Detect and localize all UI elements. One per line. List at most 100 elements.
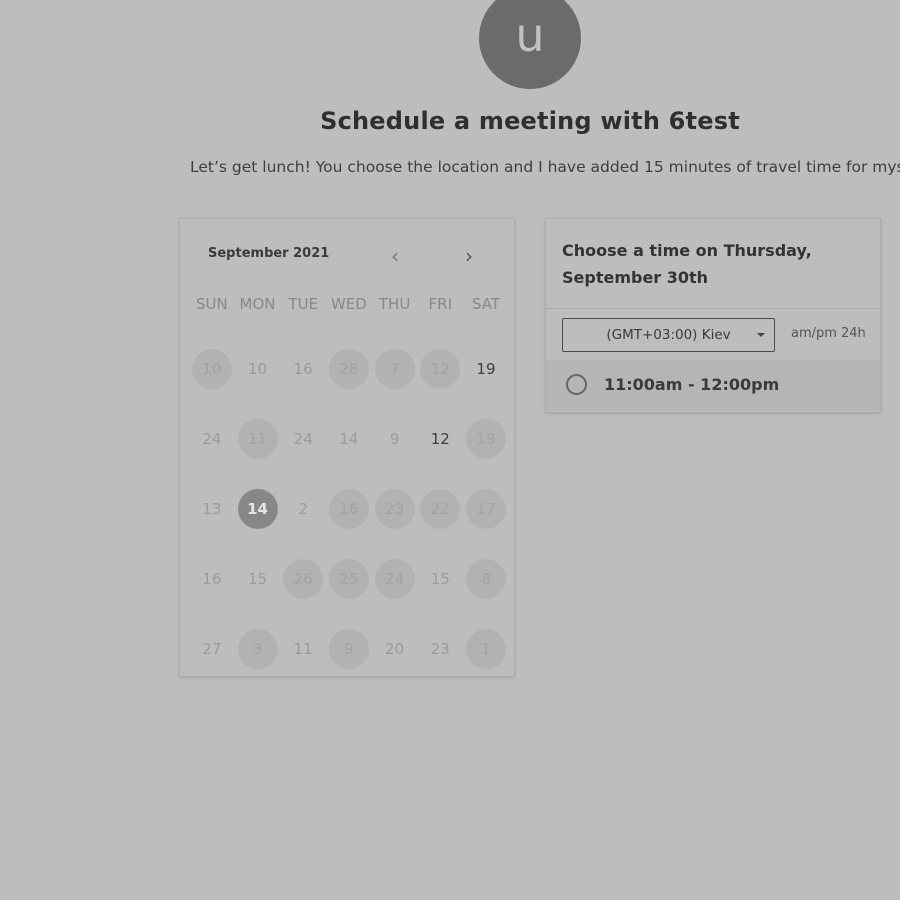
calendar-day-number: 11: [293, 640, 313, 658]
calendar-day[interactable]: 1: [463, 614, 509, 676]
calendar-day: 27: [189, 614, 235, 676]
calendar-week-row: 27 3 11 9 20 23 1: [189, 614, 509, 676]
weekday-label: MON: [239, 295, 276, 313]
weekday-label: THU: [378, 295, 411, 313]
calendar-week-row: 13 14 2 16 23 22 17: [189, 474, 509, 544]
page-description: Let’s get lunch! You choose the location…: [190, 158, 900, 176]
calendar-day: 16: [189, 544, 235, 614]
calendar-day-number: 13: [202, 500, 222, 518]
calendar-weekday-header: SUN MON TUE WED THU FRI SAT: [189, 295, 509, 313]
calendar-day-number: 19: [476, 360, 496, 378]
time-slot-label: 11:00am - 12:00pm: [604, 375, 780, 394]
calendar-day: 11: [280, 614, 326, 676]
calendar-day-number: 1: [481, 640, 491, 658]
calendar-day-number: 17: [476, 500, 496, 518]
calendar-day[interactable]: 26: [280, 544, 326, 614]
calendar-day[interactable]: 12: [417, 334, 463, 404]
calendar-day-number: 12: [430, 360, 450, 378]
time-slot-panel: Choose a time on Thursday, September 30t…: [545, 218, 881, 413]
calendar-day[interactable]: 19: [463, 404, 509, 474]
chevron-right-icon[interactable]: ›: [457, 245, 481, 269]
weekday-label: TUE: [288, 295, 319, 313]
weekday-label: SAT: [471, 295, 500, 313]
calendar-day[interactable]: 17: [463, 474, 509, 544]
calendar-day-number: 3: [252, 640, 263, 658]
calendar-day[interactable]: 9: [326, 614, 372, 676]
calendar-day[interactable]: 19: [463, 334, 509, 404]
calendar-day-number: 26: [293, 570, 313, 588]
calendar-day-number: 19: [476, 430, 496, 448]
calendar-day[interactable]: 25: [326, 544, 372, 614]
calendar-week-row: 10 10 16 28 7 12 19: [189, 334, 509, 404]
calendar-day-number: 9: [344, 640, 354, 658]
calendar-day-number: 15: [247, 570, 268, 588]
scheduling-page: u Schedule a meeting with 6test Let’s ge…: [0, 0, 900, 900]
calendar-day-number: 9: [389, 430, 400, 448]
calendar-day-number: 24: [385, 570, 405, 588]
calendar-day-number: 14: [247, 500, 268, 518]
calendar-day-number: 8: [481, 570, 491, 588]
calendar-day-number: 10: [202, 360, 222, 378]
calendar-day-number: 23: [385, 500, 405, 518]
avatar-letter: u: [515, 8, 545, 62]
calendar-day-number: 23: [430, 640, 450, 658]
calendar-day-number: 25: [339, 570, 359, 588]
caret-down-icon: [757, 333, 765, 337]
chevron-left-icon[interactable]: ‹: [383, 245, 407, 269]
calendar-week-row: 16 15 26 25 24 15 8: [189, 544, 509, 614]
calendar-day: 2: [280, 474, 326, 544]
weekday-label: FRI: [428, 295, 453, 313]
calendar-day: 24: [189, 404, 235, 474]
calendar-day-grid: 10 10 16 28 7 12 19 24 11 24 14 9 12 19 13 14 2 16 23 22 17 1…: [189, 334, 509, 676]
timezone-select[interactable]: (GMT+03:00) Kiev: [562, 318, 775, 352]
calendar-day[interactable]: 12: [417, 404, 463, 474]
calendar-day-number: 16: [339, 500, 359, 518]
calendar-day-selected[interactable]: 14: [235, 474, 281, 544]
calendar-day-number: 22: [430, 500, 450, 518]
calendar-day-number: 10: [247, 360, 268, 378]
calendar-day-number: 28: [339, 360, 359, 378]
calendar-day: 20: [372, 614, 418, 676]
calendar-day-number: 14: [339, 430, 359, 448]
calendar-day-number: 24: [202, 430, 222, 448]
calendar-day: 16: [280, 334, 326, 404]
calendar-day[interactable]: 23: [372, 474, 418, 544]
calendar-day[interactable]: 10: [189, 334, 235, 404]
timezone-value: (GMT+03:00) Kiev: [606, 327, 731, 343]
calendar-day-number: 12: [430, 430, 450, 448]
calendar-day: 15: [235, 544, 281, 614]
calendar-day-number: 27: [202, 640, 222, 658]
radio-button[interactable]: [566, 374, 587, 395]
calendar-day-number: 20: [385, 640, 405, 658]
calendar-day[interactable]: 7: [372, 334, 418, 404]
format-ampm-toggle[interactable]: am/pm: [791, 326, 837, 341]
calendar-day: 23: [417, 614, 463, 676]
calendar-day: 10: [235, 334, 281, 404]
calendar-day: 14: [326, 404, 372, 474]
calendar-day[interactable]: 22: [417, 474, 463, 544]
calendar-month-label: September 2021: [208, 246, 330, 261]
calendar-day: 13: [189, 474, 235, 544]
time-slot-option[interactable]: 11:00am - 12:00pm: [546, 360, 880, 411]
calendar-day-number: 2: [298, 500, 308, 518]
format-24h-toggle[interactable]: 24h: [841, 326, 866, 341]
weekday-label: WED: [330, 295, 367, 313]
calendar-day[interactable]: 3: [235, 614, 281, 676]
calendar-day-number: 11: [247, 430, 268, 448]
page-title: Schedule a meeting with 6test: [320, 107, 740, 135]
calendar-day[interactable]: 16: [326, 474, 372, 544]
weekday-label: SUN: [195, 295, 228, 313]
calendar-day: 24: [280, 404, 326, 474]
calendar-day[interactable]: 11: [235, 404, 281, 474]
calendar-week-row: 24 11 24 14 9 12 19: [189, 404, 509, 474]
calendar-day-number: 7: [389, 360, 400, 378]
calendar-panel: September 2021 ‹ › SUN MON TUE WED THU F…: [179, 218, 515, 677]
divider: [546, 308, 880, 309]
calendar-day[interactable]: 8: [463, 544, 509, 614]
calendar-day[interactable]: 24: [372, 544, 418, 614]
calendar-day: 9: [372, 404, 418, 474]
time-panel-heading: Choose a time on Thursday, September 30t…: [562, 241, 812, 287]
calendar-day-number: 15: [430, 570, 450, 588]
calendar-day-number: 16: [202, 570, 222, 588]
calendar-day[interactable]: 28: [326, 334, 372, 404]
